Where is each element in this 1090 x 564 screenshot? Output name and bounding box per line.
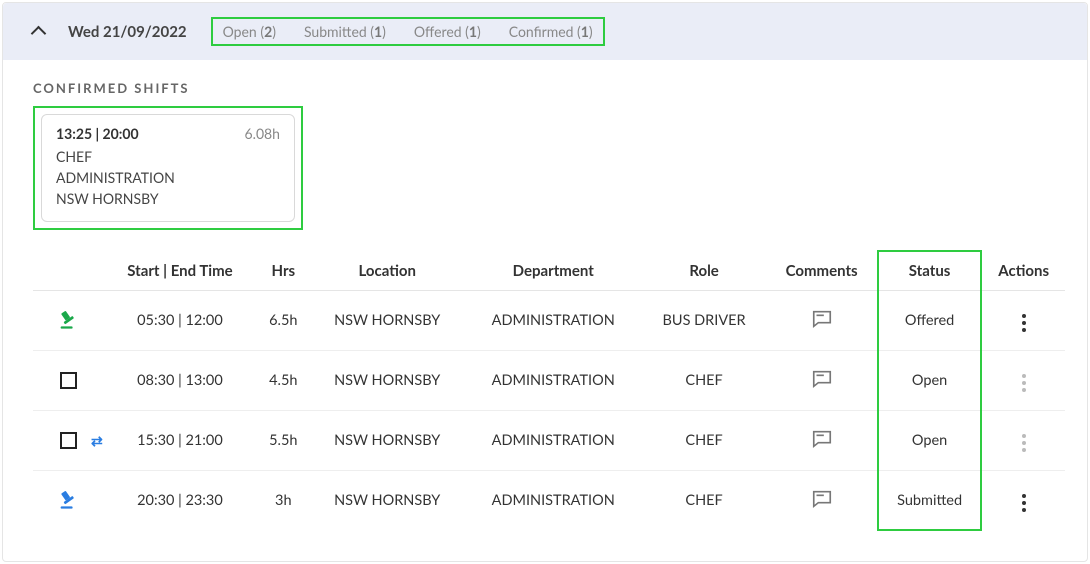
cell-comments <box>766 351 877 411</box>
cell-location: NSW HORNSBY <box>310 351 465 411</box>
day-header[interactable]: Wed 21/09/2022 Open (2) Submitted (1) Of… <box>3 3 1087 60</box>
cell-time: 20:30 | 23:30 <box>103 471 257 531</box>
actions-menu <box>1018 370 1030 396</box>
cell-hrs: 3h <box>257 471 310 531</box>
cell-location: NSW HORNSBY <box>310 291 465 351</box>
cell-status: Open <box>878 411 982 471</box>
comment-icon[interactable] <box>811 497 833 514</box>
badge-offered[interactable]: Offered (1) <box>414 23 481 40</box>
cell-department: ADMINISTRATION <box>465 471 642 531</box>
cell-hrs: 4.5h <box>257 351 310 411</box>
cell-status: Offered <box>878 291 982 351</box>
confirmed-shifts-title: CONFIRMED SHIFTS <box>33 80 1065 96</box>
confirmed-department: ADMINISTRATION <box>56 167 280 188</box>
table-row: ⇄15:30 | 21:005.5hNSW HORNSBYADMINISTRAT… <box>33 411 1065 471</box>
cell-actions <box>981 351 1065 411</box>
cell-actions <box>981 471 1065 531</box>
shift-day-card: Wed 21/09/2022 Open (2) Submitted (1) Of… <box>2 2 1088 562</box>
comment-icon[interactable] <box>811 377 833 394</box>
confirmed-hours: 6.08h <box>245 125 280 142</box>
cell-hrs: 6.5h <box>257 291 310 351</box>
cell-role: CHEF <box>642 411 767 471</box>
gavel-icon <box>57 308 79 330</box>
comment-icon[interactable] <box>811 317 833 334</box>
badge-open[interactable]: Open (2) <box>223 23 276 40</box>
confirmed-shift-card[interactable]: 13:25 | 20:00 6.08h CHEF ADMINISTRATION … <box>41 114 295 222</box>
th-department: Department <box>465 251 642 291</box>
comment-icon[interactable] <box>811 437 833 454</box>
actions-menu[interactable] <box>1018 490 1030 516</box>
status-badges: Open (2) Submitted (1) Offered (1) Confi… <box>211 17 605 46</box>
confirmed-role: CHEF <box>56 146 280 167</box>
th-status: Status <box>878 251 982 291</box>
collapse-icon[interactable] <box>31 26 47 42</box>
gavel-icon <box>57 488 79 510</box>
th-hrs: Hrs <box>257 251 310 291</box>
confirmed-time: 13:25 | 20:00 <box>56 125 139 142</box>
cell-location: NSW HORNSBY <box>310 471 465 531</box>
row-checkbox[interactable] <box>60 432 77 449</box>
th-actions: Actions <box>981 251 1065 291</box>
actions-menu <box>1018 430 1030 456</box>
cell-actions <box>981 411 1065 471</box>
cell-comments <box>766 291 877 351</box>
badge-confirmed[interactable]: Confirmed (1) <box>509 23 593 40</box>
cell-hrs: 5.5h <box>257 411 310 471</box>
cell-role: CHEF <box>642 471 767 531</box>
cell-location: NSW HORNSBY <box>310 411 465 471</box>
swap-icon[interactable]: ⇄ <box>91 432 103 450</box>
cell-status: Submitted <box>878 471 982 531</box>
actions-menu[interactable] <box>1018 310 1030 336</box>
th-role: Role <box>642 251 767 291</box>
table-row: 05:30 | 12:006.5hNSW HORNSBYADMINISTRATI… <box>33 291 1065 351</box>
confirmed-location: NSW HORNSBY <box>56 188 280 209</box>
table-header-row: Start | End Time Hrs Location Department… <box>33 251 1065 291</box>
cell-department: ADMINISTRATION <box>465 411 642 471</box>
cell-time: 08:30 | 13:00 <box>103 351 257 411</box>
th-comments: Comments <box>766 251 877 291</box>
cell-department: ADMINISTRATION <box>465 351 642 411</box>
cell-time: 15:30 | 21:00 <box>103 411 257 471</box>
cell-role: BUS DRIVER <box>642 291 767 351</box>
cell-actions <box>981 291 1065 351</box>
table-row: 20:30 | 23:303hNSW HORNSBYADMINISTRATION… <box>33 471 1065 531</box>
table-row: 08:30 | 13:004.5hNSW HORNSBYADMINISTRATI… <box>33 351 1065 411</box>
date-label: Wed 21/09/2022 <box>68 23 187 41</box>
cell-time: 05:30 | 12:00 <box>103 291 257 351</box>
shifts-table: Start | End Time Hrs Location Department… <box>33 250 1065 531</box>
day-body: CONFIRMED SHIFTS 13:25 | 20:00 6.08h CHE… <box>3 60 1087 561</box>
th-time: Start | End Time <box>103 251 257 291</box>
badge-submitted[interactable]: Submitted (1) <box>304 23 386 40</box>
cell-comments <box>766 471 877 531</box>
th-location: Location <box>310 251 465 291</box>
cell-comments <box>766 411 877 471</box>
cell-department: ADMINISTRATION <box>465 291 642 351</box>
cell-role: CHEF <box>642 351 767 411</box>
cell-status: Open <box>878 351 982 411</box>
confirmed-highlight: 13:25 | 20:00 6.08h CHEF ADMINISTRATION … <box>33 106 303 230</box>
row-checkbox[interactable] <box>60 372 77 389</box>
